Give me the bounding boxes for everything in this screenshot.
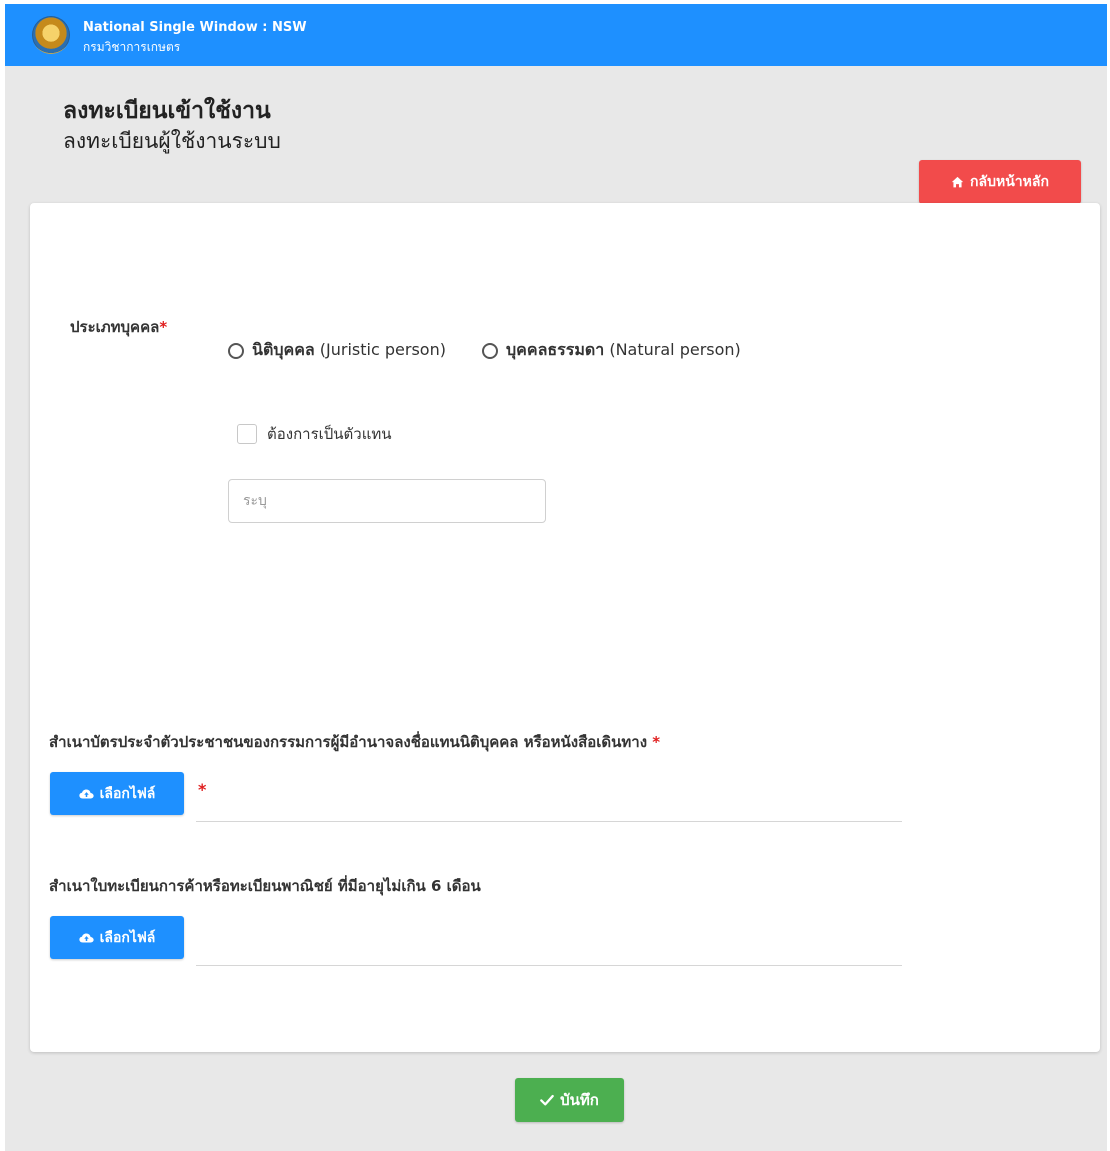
file-name-field-commercial-registration	[196, 965, 902, 966]
registration-form-card: ประเภทบุคคล* นิติบุคคล (Juristic person)…	[30, 203, 1100, 1052]
back-to-home-button[interactable]: กลับหน้าหลัก	[919, 160, 1081, 204]
natural-label-en: (Natural person)	[609, 340, 741, 359]
natural-label-th: บุคคลธรรมดา	[506, 340, 605, 359]
page-title: ลงทะเบียนเข้าใช้งาน	[63, 98, 271, 124]
choose-file-button-id-card[interactable]: เลือกไฟล์	[50, 772, 184, 815]
org-name: กรมวิชาการเกษตร	[83, 40, 181, 54]
agent-checkbox-row[interactable]: ต้องการเป็นตัวแทน	[237, 422, 392, 446]
required-mark: *	[159, 318, 168, 336]
department-seal-icon[interactable]	[32, 16, 70, 54]
agent-checkbox[interactable]	[237, 424, 257, 444]
person-type-label-text: ประเภทบุคคล	[70, 318, 160, 336]
file-name-field-id-card	[196, 821, 902, 822]
juristic-label-en: (Juristic person)	[319, 340, 446, 359]
back-to-home-label: กลับหน้าหลัก	[970, 174, 1049, 190]
radio-button-icon[interactable]	[482, 342, 498, 359]
radio-natural-label: บุคคลธรรมดา (Natural person)	[506, 338, 741, 363]
app-title: National Single Window : NSW	[83, 20, 307, 35]
person-type-label: ประเภทบุคคล*	[70, 315, 167, 339]
id-card-upload-label: สำเนาบัตรประจำตัวประชาชนของกรรมการผู้มีอ…	[49, 730, 660, 754]
radio-juristic-person[interactable]: นิติบุคคล (Juristic person)	[228, 338, 446, 363]
agent-specify-input[interactable]	[228, 479, 546, 523]
choose-file-label: เลือกไฟล์	[99, 785, 156, 802]
radio-button-icon[interactable]	[228, 342, 244, 359]
page-subtitle: ลงทะเบียนผู้ใช้งานระบบ	[63, 129, 281, 153]
top-navbar: National Single Window : NSW กรมวิชาการเ…	[5, 4, 1107, 66]
juristic-label-th: นิติบุคคล	[252, 340, 315, 359]
home-icon	[951, 176, 964, 187]
save-button[interactable]: บันทึก	[515, 1078, 624, 1122]
agent-checkbox-label: ต้องการเป็นตัวแทน	[267, 425, 392, 443]
radio-juristic-label: นิติบุคคล (Juristic person)	[252, 338, 446, 363]
save-label: บันทึก	[560, 1091, 599, 1109]
required-mark: *	[652, 733, 661, 751]
cloud-upload-icon	[78, 789, 94, 798]
file-required-mark: *	[198, 780, 207, 799]
page-frame: National Single Window : NSW กรมวิชาการเ…	[5, 4, 1107, 1151]
cloud-upload-icon	[78, 933, 94, 942]
choose-file-button-commercial-registration[interactable]: เลือกไฟล์	[50, 916, 184, 959]
id-card-upload-label-text: สำเนาบัตรประจำตัวประชาชนของกรรมการผู้มีอ…	[49, 733, 648, 751]
check-icon	[540, 1094, 554, 1106]
commercial-registration-upload-label: สำเนาใบทะเบียนการค้าหรือทะเบียนพาณิชย์ ท…	[49, 877, 481, 895]
radio-natural-person[interactable]: บุคคลธรรมดา (Natural person)	[482, 338, 741, 363]
choose-file-label: เลือกไฟล์	[99, 929, 156, 946]
